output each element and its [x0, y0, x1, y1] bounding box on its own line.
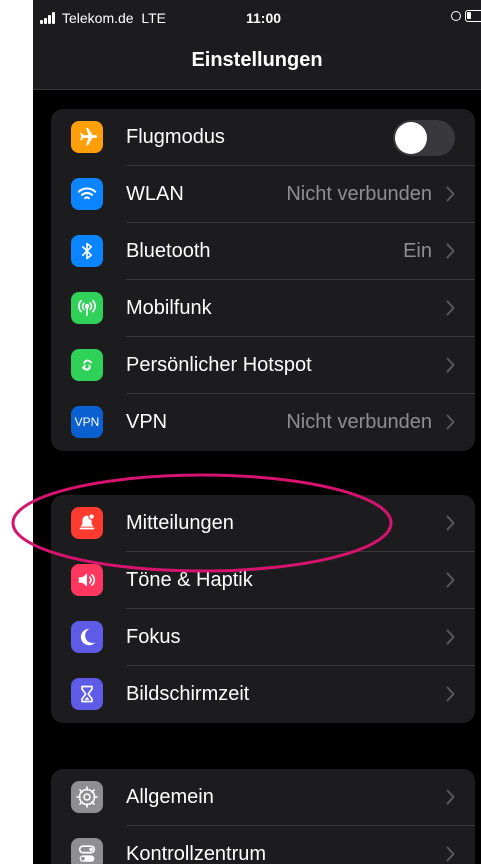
settings-row-hotspot[interactable]: Persönlicher Hotspot: [51, 337, 475, 394]
page-title: Einstellungen: [191, 49, 323, 71]
network-type: LTE: [141, 10, 167, 26]
speaker-icon: [71, 564, 103, 596]
row-label: Persönlicher Hotspot: [126, 354, 312, 376]
settings-row-mobilfunk[interactable]: Mobilfunk: [51, 280, 475, 337]
antenna-icon: [71, 292, 103, 324]
moon-icon: [71, 621, 103, 653]
bluetooth-icon: [71, 235, 103, 267]
chevron-right-icon: [446, 300, 455, 316]
switches-icon: [71, 838, 103, 864]
connectivity-group: Flugmodus WLAN Nicht verbunden Bluetooth: [51, 109, 475, 451]
settings-row-bluetooth[interactable]: Bluetooth Ein: [51, 223, 475, 280]
row-label: Flugmodus: [126, 126, 225, 148]
rotation-lock-icon: [451, 11, 461, 21]
row-label: Bluetooth: [126, 240, 211, 262]
flugmodus-toggle[interactable]: [393, 120, 455, 156]
chevron-right-icon: [446, 789, 455, 805]
airplane-icon: [71, 121, 103, 153]
row-label: Fokus: [126, 626, 181, 648]
settings-row-fokus[interactable]: Fokus: [51, 609, 475, 666]
row-label: VPN: [126, 411, 168, 433]
settings-row-mitteilungen[interactable]: Mitteilungen: [51, 495, 475, 552]
notification-bell-icon: [71, 507, 103, 539]
status-bar: Telekom.de LTE 11:00: [33, 0, 481, 34]
carrier-label: Telekom.de LTE: [62, 10, 167, 26]
row-label: Bildschirmzeit: [126, 683, 250, 705]
settings-row-wlan[interactable]: WLAN Nicht verbunden: [51, 166, 475, 223]
settings-row-allgemein[interactable]: Allgemein: [51, 769, 475, 826]
chevron-right-icon: [446, 629, 455, 645]
chevron-right-icon: [446, 414, 455, 430]
row-label: Kontrollzentrum: [126, 843, 267, 864]
chevron-right-icon: [446, 357, 455, 373]
row-label: Mobilfunk: [126, 297, 212, 319]
settings-row-flugmodus[interactable]: Flugmodus: [51, 109, 475, 166]
row-label: Allgemein: [126, 786, 214, 808]
signal-strength-icon: [40, 12, 55, 24]
hourglass-icon: [71, 678, 103, 710]
settings-row-kontrollzentrum[interactable]: Kontrollzentrum: [51, 826, 475, 864]
wifi-icon: [71, 178, 103, 210]
row-label: Mitteilungen: [126, 512, 234, 534]
row-label: WLAN: [126, 183, 184, 205]
status-time: 11:00: [246, 10, 282, 26]
general-group: Allgemein Kontrollzentrum: [51, 769, 475, 864]
settings-row-toene-haptik[interactable]: Töne & Haptik: [51, 552, 475, 609]
row-value: Ein: [403, 240, 432, 262]
row-label: Töne & Haptik: [126, 569, 253, 591]
settings-row-vpn[interactable]: VPN VPN Nicht verbunden: [51, 394, 475, 451]
settings-screen: Telekom.de LTE 11:00 Einstellungen Flugm…: [33, 0, 481, 864]
chevron-right-icon: [446, 186, 455, 202]
vpn-icon: VPN: [71, 406, 103, 438]
row-value: Nicht verbunden: [286, 411, 432, 433]
chevron-right-icon: [446, 572, 455, 588]
chevron-right-icon: [446, 515, 455, 531]
gear-icon: [71, 781, 103, 813]
hotspot-icon: [71, 349, 103, 381]
notifications-group: Mitteilungen Töne & Haptik Fokus Bildsch…: [51, 495, 475, 723]
settings-row-bildschirmzeit[interactable]: Bildschirmzeit: [51, 666, 475, 723]
navigation-bar: Einstellungen: [33, 34, 481, 90]
chevron-right-icon: [446, 846, 455, 862]
row-value: Nicht verbunden: [286, 183, 432, 205]
chevron-right-icon: [446, 243, 455, 259]
battery-icon: [465, 10, 481, 22]
chevron-right-icon: [446, 686, 455, 702]
